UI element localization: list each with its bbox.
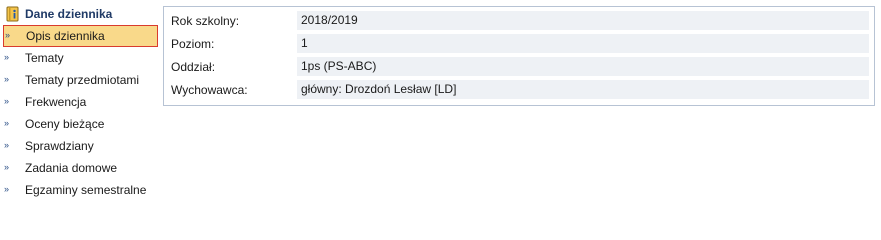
- sidebar-item-label: Zadania domowe: [25, 161, 118, 175]
- detail-row-class: Oddział: 1ps (PS-ABC): [164, 56, 876, 78]
- sidebar-nav-list: » Opis dziennika » Tematy » Tematy przed…: [0, 25, 160, 201]
- journal-details-panel: Rok szkolny: 2018/2019 Poziom: 1 Oddział…: [163, 6, 875, 106]
- chevron-double-right-icon: »: [4, 74, 9, 84]
- detail-value: 1: [297, 34, 869, 53]
- detail-label: Rok szkolny:: [171, 14, 240, 28]
- sidebar-item-oceny-biezace[interactable]: » Oceny bieżące: [0, 113, 160, 135]
- detail-row-school-year: Rok szkolny: 2018/2019: [164, 10, 876, 32]
- detail-value: główny: Drozdoń Lesław [LD]: [297, 80, 869, 99]
- sidebar-item-frekwencja[interactable]: » Frekwencja: [0, 91, 160, 113]
- chevron-double-right-icon: »: [4, 52, 9, 62]
- chevron-double-right-icon: »: [4, 140, 9, 150]
- detail-value: 2018/2019: [297, 11, 869, 30]
- detail-label: Poziom:: [171, 37, 215, 51]
- sidebar-item-tematy-przedmiotami[interactable]: » Tematy przedmiotami: [0, 69, 160, 91]
- sidebar-header[interactable]: Dane dziennika: [6, 4, 112, 24]
- detail-label: Oddział:: [171, 60, 216, 74]
- detail-value: 1ps (PS-ABC): [297, 57, 869, 76]
- sidebar-item-label: Tematy: [25, 51, 64, 65]
- journal-data-view: Dane dziennika » Opis dziennika » Tematy…: [0, 0, 881, 203]
- sidebar-item-label: Sprawdziany: [25, 139, 94, 153]
- sidebar: Dane dziennika » Opis dziennika » Tematy…: [0, 0, 160, 203]
- sidebar-header-title: Dane dziennika: [25, 7, 113, 21]
- detail-row-level: Poziom: 1: [164, 33, 876, 55]
- sidebar-item-egzaminy-semestralne[interactable]: » Egzaminy semestralne: [0, 179, 160, 201]
- chevron-double-right-icon: »: [4, 184, 9, 194]
- chevron-double-right-icon: »: [4, 96, 9, 106]
- sidebar-item-label: Opis dziennika: [26, 29, 105, 43]
- chevron-double-right-icon: »: [4, 118, 9, 128]
- chevron-double-right-icon: »: [5, 30, 10, 40]
- sidebar-item-zadania-domowe[interactable]: » Zadania domowe: [0, 157, 160, 179]
- detail-row-tutor: Wychowawca: główny: Drozdoń Lesław [LD]: [164, 79, 876, 101]
- chevron-double-right-icon: »: [4, 162, 9, 172]
- sidebar-item-tematy[interactable]: » Tematy: [0, 47, 160, 69]
- sidebar-item-label: Oceny bieżące: [25, 117, 105, 131]
- info-book-icon: [6, 6, 20, 22]
- sidebar-item-opis-dziennika[interactable]: » Opis dziennika: [3, 25, 158, 47]
- sidebar-item-label: Frekwencja: [25, 95, 87, 109]
- sidebar-item-label: Egzaminy semestralne: [25, 183, 147, 197]
- sidebar-item-sprawdziany[interactable]: » Sprawdziany: [0, 135, 160, 157]
- sidebar-item-label: Tematy przedmiotami: [25, 73, 140, 87]
- detail-label: Wychowawca:: [171, 83, 248, 97]
